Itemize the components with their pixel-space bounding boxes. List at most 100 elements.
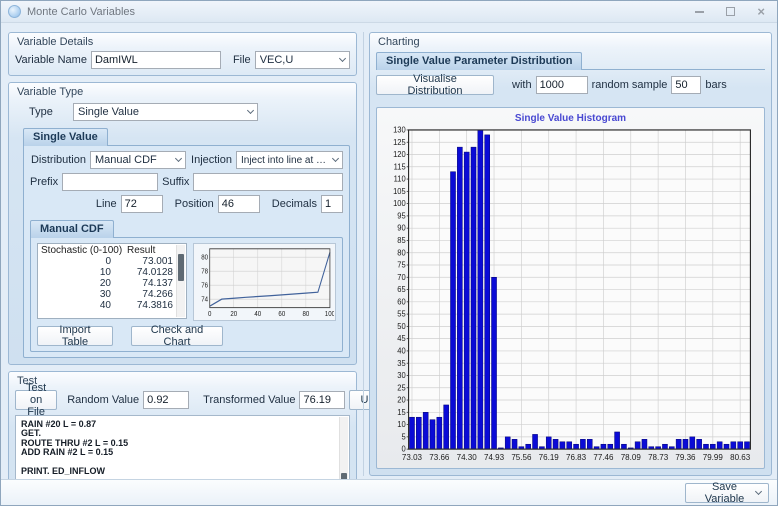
svg-text:75: 75 — [397, 260, 405, 269]
svg-text:78.09: 78.09 — [621, 453, 642, 462]
cdf-table-body: 0 73.001 10 74.0128 20 74.137 30 74.266 40 74.381… — [41, 256, 174, 311]
histogram-bar — [436, 416, 443, 450]
histogram-bar — [491, 277, 497, 450]
line-input[interactable] — [120, 195, 163, 213]
histogram-bar — [504, 436, 511, 450]
tab-manual-cdf[interactable]: Manual CDF — [30, 220, 114, 238]
histogram-bar — [484, 134, 490, 450]
histogram-bar — [477, 129, 484, 450]
svg-text:70: 70 — [397, 273, 405, 282]
footer-bar: Save Variable — [1, 479, 777, 505]
monte-carlo-variables-window: Monte Carlo Variables × Variable Details… — [0, 0, 778, 506]
cdf-col-result: Result — [127, 245, 156, 256]
svg-text:55: 55 — [397, 310, 405, 319]
svg-text:76.19: 76.19 — [539, 453, 560, 462]
test-on-file-button[interactable]: Test on File — [15, 382, 58, 418]
svg-text:115: 115 — [394, 162, 406, 171]
histogram-bar — [689, 436, 696, 450]
transformed-value-input[interactable] — [299, 391, 346, 409]
histogram-bar — [607, 443, 614, 450]
file-select[interactable]: VEC,U — [254, 51, 350, 69]
svg-text:110: 110 — [394, 174, 406, 183]
svg-text:45: 45 — [397, 334, 405, 343]
histogram-bar — [409, 416, 415, 450]
minimize-icon[interactable] — [695, 10, 705, 13]
histogram-container: Single Value Histogram 73.03 73.66 74.30 74… — [376, 107, 765, 469]
svg-text:120: 120 — [393, 150, 406, 159]
sample-size-input[interactable] — [535, 76, 588, 94]
table-row[interactable]: 40 74.3816 — [41, 300, 174, 311]
histogram-bar — [710, 443, 716, 450]
histogram-bar — [443, 404, 449, 450]
type-label: Type — [29, 106, 53, 118]
table-row[interactable]: 30 74.266 — [41, 289, 174, 300]
chevron-down-icon — [331, 154, 340, 163]
tab-single-value[interactable]: Single Value — [23, 128, 108, 146]
random-value-input[interactable] — [143, 391, 190, 409]
histogram-bar — [696, 439, 702, 450]
position-input[interactable] — [217, 195, 260, 213]
charting-group: Charting Single Value Parameter Distribu… — [369, 32, 772, 476]
variable-details-group: Variable Details Variable Name File VEC,… — [8, 32, 357, 76]
file-label: File — [232, 54, 251, 66]
variable-type-title: Variable Type — [17, 86, 84, 98]
svg-text:76.83: 76.83 — [566, 453, 587, 462]
svg-text:65: 65 — [397, 285, 405, 294]
distribution-select[interactable]: Manual CDF — [90, 151, 186, 169]
svg-text:130: 130 — [393, 125, 406, 134]
svg-text:60: 60 — [278, 311, 285, 318]
cdf-table-scrollbar[interactable] — [176, 245, 185, 317]
table-row[interactable]: 10 74.0128 — [41, 267, 174, 278]
type-select[interactable]: Single Value — [73, 103, 258, 121]
histogram-bar — [716, 441, 723, 450]
decimals-input[interactable] — [321, 195, 343, 213]
maximize-icon[interactable] — [726, 7, 736, 16]
cdf-table[interactable]: Stochastic (0-100) Result 0 73.001 10 74.01… — [37, 243, 187, 319]
injection-select[interactable]: Inject into line at character (left just… — [236, 151, 343, 169]
log-line: RAIN #20 L = 0.87 — [21, 419, 97, 429]
histogram-bar — [416, 416, 422, 450]
svg-text:10: 10 — [397, 420, 405, 429]
line-label: Line — [95, 198, 117, 210]
svg-text:74.93: 74.93 — [484, 453, 505, 462]
check-and-chart-button[interactable]: Check and Chart — [131, 324, 223, 348]
histogram-bar — [463, 151, 470, 450]
table-row[interactable]: 0 73.001 — [41, 256, 174, 267]
close-icon[interactable]: × — [757, 5, 765, 18]
svg-text:60: 60 — [397, 297, 405, 306]
suffix-label: Suffix — [162, 176, 190, 188]
import-table-button[interactable]: Import Table — [37, 324, 113, 348]
table-row[interactable]: 20 74.137 — [41, 278, 174, 289]
panel-splitter[interactable] — [357, 32, 364, 476]
visualise-distribution-button[interactable]: Visualise Distribution — [376, 73, 494, 97]
variable-name-input[interactable] — [90, 51, 221, 69]
svg-text:73.03: 73.03 — [402, 453, 423, 462]
histogram-bar — [470, 146, 477, 450]
histogram-bar — [682, 439, 689, 450]
suffix-input[interactable] — [193, 173, 344, 191]
decimals-label: Decimals — [271, 198, 317, 210]
svg-text:50: 50 — [397, 322, 405, 331]
bars-label: bars — [705, 79, 727, 91]
svg-text:5: 5 — [402, 432, 406, 441]
chevron-down-icon — [754, 487, 763, 495]
svg-text:40: 40 — [254, 311, 261, 318]
svg-text:80.63: 80.63 — [730, 453, 751, 462]
svg-text:40: 40 — [397, 346, 405, 355]
cdf-chart-container: 74 76 78 80 0 20 40 60 80 100 — [193, 243, 336, 321]
svg-text:78.73: 78.73 — [648, 453, 669, 462]
svg-text:30: 30 — [397, 371, 405, 380]
prefix-input[interactable] — [62, 173, 159, 191]
histogram-bar — [641, 439, 648, 450]
scrollbar-thumb[interactable] — [178, 253, 184, 281]
tab-single-value-parameter-distribution[interactable]: Single Value Parameter Distribution — [376, 52, 583, 70]
prefix-label: Prefix — [30, 176, 59, 188]
svg-text:90: 90 — [397, 224, 405, 233]
histogram-bar — [723, 443, 730, 450]
save-variable-button[interactable]: Save Variable — [685, 481, 769, 505]
svg-text:0: 0 — [402, 445, 406, 454]
chevron-down-icon — [174, 154, 183, 163]
random-sample-label: random sample — [591, 79, 668, 91]
bars-count-input[interactable] — [671, 76, 702, 94]
chevron-down-icon — [246, 106, 255, 115]
